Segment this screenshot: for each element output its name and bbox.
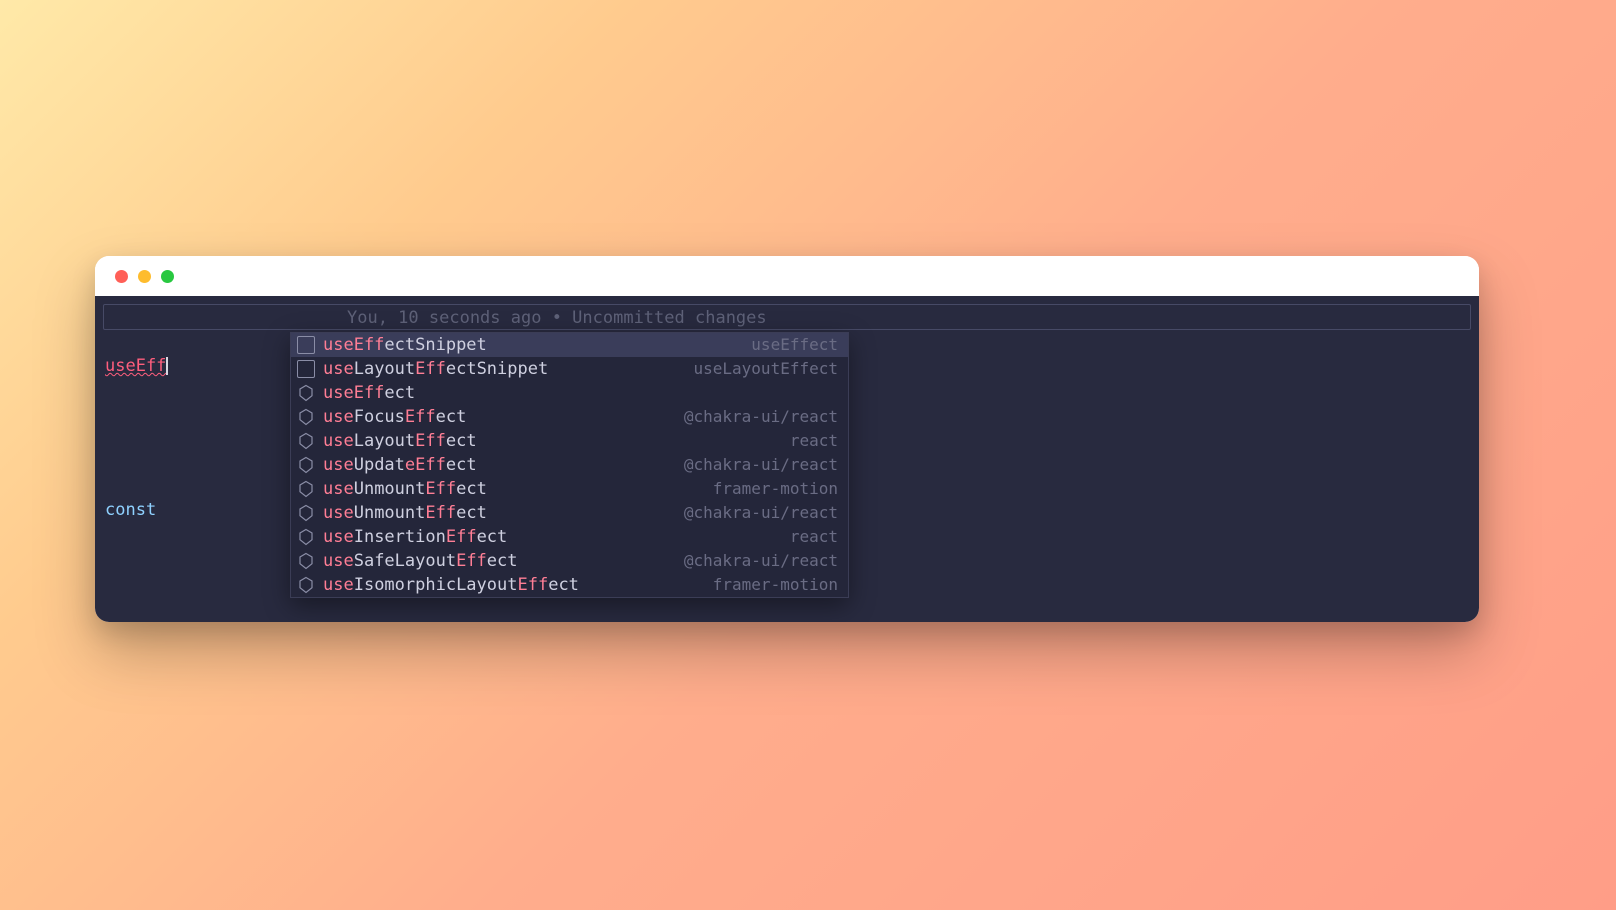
autocomplete-item-detail: @chakra-ui/react — [684, 405, 838, 429]
autocomplete-item[interactable]: useInsertionEffect react — [291, 525, 848, 549]
autocomplete-item-detail: @chakra-ui/react — [684, 453, 838, 477]
autocomplete-item-label: useIsomorphicLayoutEffect — [323, 573, 705, 597]
module-icon — [297, 576, 315, 594]
autocomplete-popup[interactable]: useEffectSnippetuseEffectuseLayoutEffect… — [290, 332, 849, 598]
autocomplete-item-detail: @chakra-ui/react — [684, 501, 838, 525]
autocomplete-item[interactable]: useSafeLayoutEffect @chakra-ui/react — [291, 549, 848, 573]
typed-token: useEff — [105, 354, 166, 378]
module-icon — [297, 528, 315, 546]
autocomplete-item[interactable]: useLayoutEffectSnippet useLayoutEffect — [291, 357, 848, 381]
module-icon — [297, 480, 315, 498]
module-icon — [297, 504, 315, 522]
autocomplete-item-label: useInsertionEffect — [323, 525, 782, 549]
autocomplete-item-label: useUpdateEffect — [323, 453, 676, 477]
autocomplete-item-label: useFocusEffect — [323, 405, 676, 429]
autocomplete-item[interactable]: useIsomorphicLayoutEffect framer-motion — [291, 573, 848, 597]
autocomplete-item-label: useUnmountEffect — [323, 477, 705, 501]
editor-window: You, 10 seconds ago • Uncommitted change… — [95, 256, 1479, 622]
git-blame-annotation: You, 10 seconds ago • Uncommitted change… — [347, 306, 767, 330]
autocomplete-item[interactable]: useUnmountEffect @chakra-ui/react — [291, 501, 848, 525]
autocomplete-item-label: useSafeLayoutEffect — [323, 549, 676, 573]
autocomplete-item-detail: useLayoutEffect — [694, 357, 839, 381]
autocomplete-item[interactable]: useLayoutEffect react — [291, 429, 848, 453]
snippet-icon — [297, 336, 315, 354]
autocomplete-item-detail: react — [790, 525, 838, 549]
autocomplete-item-label: useEffectSnippet — [323, 333, 743, 357]
autocomplete-item[interactable]: useEffect — [291, 381, 848, 405]
autocomplete-item[interactable]: useEffectSnippet useEffect — [291, 333, 848, 357]
snippet-icon — [297, 360, 315, 378]
autocomplete-item[interactable]: useUnmountEffect framer-motion — [291, 477, 848, 501]
text-cursor — [166, 357, 168, 375]
autocomplete-item-label: useEffect — [323, 381, 830, 405]
autocomplete-item-detail: useEffect — [751, 333, 838, 357]
autocomplete-item[interactable]: useFocusEffect @chakra-ui/react — [291, 405, 848, 429]
autocomplete-item-detail: react — [790, 429, 838, 453]
module-icon — [297, 552, 315, 570]
autocomplete-item-label: useLayoutEffectSnippet — [323, 357, 686, 381]
window-close-button[interactable] — [115, 270, 128, 283]
autocomplete-item-detail: framer-motion — [713, 477, 838, 501]
window-zoom-button[interactable] — [161, 270, 174, 283]
code-editor[interactable]: You, 10 seconds ago • Uncommitted change… — [95, 296, 1479, 622]
module-icon — [297, 456, 315, 474]
window-titlebar — [95, 256, 1479, 296]
autocomplete-item-detail: @chakra-ui/react — [684, 549, 838, 573]
autocomplete-item-detail: framer-motion — [713, 573, 838, 597]
autocomplete-item-label: useLayoutEffect — [323, 429, 782, 453]
window-minimize-button[interactable] — [138, 270, 151, 283]
autocomplete-item-label: useUnmountEffect — [323, 501, 676, 525]
module-icon — [297, 432, 315, 450]
module-icon — [297, 384, 315, 402]
autocomplete-item[interactable]: useUpdateEffect @chakra-ui/react — [291, 453, 848, 477]
module-icon — [297, 408, 315, 426]
